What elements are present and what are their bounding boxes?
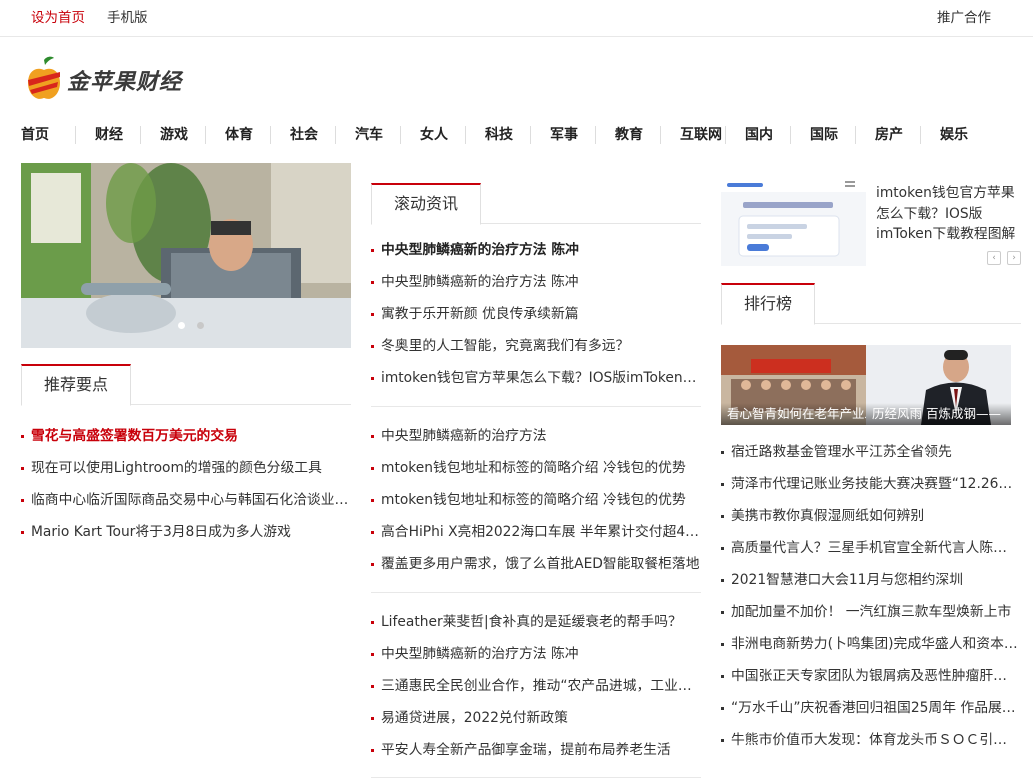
- nav-divider: [465, 126, 466, 144]
- list-item[interactable]: 临商中心临沂国际商品交易中心与韩国石化洽谈业务合作: [21, 484, 351, 516]
- list-item[interactable]: Lifeather莱斐哲|食补真的是延缓衰老的帮手吗？: [371, 606, 701, 638]
- image-slider[interactable]: [21, 163, 351, 348]
- nav-divider: [75, 126, 76, 144]
- nav-auto[interactable]: 汽车: [355, 124, 383, 144]
- list-item[interactable]: 冬奥里的人工智能，究竟离我们有多远？: [371, 330, 701, 362]
- ranking-thumb[interactable]: 历经风雨 百炼成钢——: [866, 345, 1011, 425]
- ranking-list: 宿迁路救基金管理水平江苏全省领先 菏泽市代理记账业务技能大赛决赛暨“12.26”…: [721, 436, 1018, 756]
- nav-divider: [140, 126, 141, 144]
- list-divider: [371, 406, 701, 407]
- nav-divider: [725, 126, 726, 144]
- nav-divider: [855, 126, 856, 144]
- nav-society[interactable]: 社会: [290, 124, 318, 144]
- rolling-news-list-2: 中央型肺鳞癌新的治疗方法 mtoken钱包地址和标签的简略介绍 冷钱包的优势 m…: [371, 420, 701, 580]
- recommend-title[interactable]: 推荐要点: [21, 364, 132, 406]
- recommend-list: 雪花与高盛签署数百万美元的交易 现在可以使用Lightroom的增强的颜色分级工…: [21, 420, 351, 548]
- nav-divider: [660, 126, 661, 144]
- nav-home[interactable]: 首页: [21, 124, 49, 144]
- list-item[interactable]: 中国张正天专家团队为银屑病及恶性肿瘤肝癌患者: [721, 660, 1018, 692]
- nav-divider: [335, 126, 336, 144]
- nav-divider: [400, 126, 401, 144]
- list-item[interactable]: 2021智慧港口大会11月与您相约深圳: [721, 564, 1018, 596]
- apple-logo-icon: [28, 56, 60, 99]
- nav-games[interactable]: 游戏: [160, 124, 188, 144]
- main-nav: 首页 财经 游戏 体育 社会 汽车 女人 科技 军事 教育 互联网 国内 国际 …: [0, 120, 1033, 146]
- list-item[interactable]: mtoken钱包地址和标签的简略介绍 冷钱包的优势: [371, 484, 701, 516]
- list-item[interactable]: 非洲电商新势力(卜鸣集团)完成华盛人和资本战略融资: [721, 628, 1018, 660]
- list-item[interactable]: 牛熊市价值币大发现：体育龙头币ＳＯＣ引领风潮: [721, 724, 1018, 756]
- ranking-thumb[interactable]: 看心智青如何在老年产业发展: [721, 345, 866, 425]
- nav-entertainment[interactable]: 娱乐: [940, 124, 968, 144]
- nav-internet[interactable]: 互联网: [680, 124, 722, 144]
- list-item[interactable]: 中央型肺鳞癌新的治疗方法: [371, 420, 701, 452]
- nav-international[interactable]: 国际: [810, 124, 838, 144]
- list-divider: [371, 777, 701, 778]
- ranking-title[interactable]: 排行榜: [721, 283, 816, 325]
- nav-divider: [205, 126, 206, 144]
- list-item[interactable]: 覆盖更多用户需求，饿了么首批AED智能取餐柜落地: [371, 548, 701, 580]
- logo-text: 金苹果财经: [67, 70, 183, 95]
- arrow-left-icon[interactable]: ‹: [987, 251, 1001, 265]
- side-ad-text[interactable]: imtoken钱包官方苹果怎么下载？IOS版imToken下载教程图解: [876, 183, 1026, 245]
- slider-dot[interactable]: [197, 322, 204, 329]
- nav-divider: [270, 126, 271, 144]
- list-item[interactable]: 寓教于乐开新颜 优良传承续新篇: [371, 298, 701, 330]
- list-item[interactable]: 三通惠民全民创业合作，推动“农产品进城，工业品下乡”: [371, 670, 701, 702]
- list-item[interactable]: 中央型肺鳞癌新的治疗方法 陈冲: [371, 234, 701, 266]
- rolling-news-header: 滚动资讯: [371, 183, 701, 225]
- list-item[interactable]: 高质量代言人？三星手机官宣全新代言人陈坤引热议: [721, 532, 1018, 564]
- nav-military[interactable]: 军事: [550, 124, 578, 144]
- list-item[interactable]: 菏泽市代理记账业务技能大赛决赛暨“12.26”活动: [721, 468, 1018, 500]
- list-item[interactable]: imtoken钱包官方苹果怎么下载？IOS版imToken下载教程图解: [371, 362, 701, 394]
- list-item[interactable]: 现在可以使用Lightroom的增强的颜色分级工具: [21, 452, 351, 484]
- list-item[interactable]: 易通贷进展，2022兑付新政策: [371, 702, 701, 734]
- nav-finance[interactable]: 财经: [95, 124, 123, 144]
- nav-divider: [595, 126, 596, 144]
- ranking-header: 排行榜: [721, 283, 1021, 325]
- mobile-version-link[interactable]: 手机版: [107, 6, 148, 26]
- top-bar: 设为首页 手机版 推广合作: [0, 0, 1033, 37]
- list-item[interactable]: 美携市教你真假湿厕纸如何辨别: [721, 500, 1018, 532]
- nav-tech[interactable]: 科技: [485, 124, 513, 144]
- set-homepage-link[interactable]: 设为首页: [31, 6, 85, 26]
- rolling-news-list-1: 中央型肺鳞癌新的治疗方法 陈冲 中央型肺鳞癌新的治疗方法 陈冲 寓教于乐开新颜 …: [371, 234, 701, 394]
- nav-realestate[interactable]: 房产: [875, 124, 903, 144]
- site-logo[interactable]: 金苹果财经: [22, 56, 192, 102]
- nav-divider: [790, 126, 791, 144]
- list-divider: [371, 592, 701, 593]
- nav-sports[interactable]: 体育: [225, 124, 253, 144]
- list-item[interactable]: 中央型肺鳞癌新的治疗方法 陈冲: [371, 638, 701, 670]
- list-item[interactable]: 雪花与高盛签署数百万美元的交易: [21, 420, 351, 452]
- list-item[interactable]: 加配加量不加价！ 一汽红旗三款车型焕新上市: [721, 596, 1018, 628]
- nav-divider: [920, 126, 921, 144]
- list-item[interactable]: 中央型肺鳞癌新的治疗方法 陈冲: [371, 266, 701, 298]
- list-item[interactable]: “万水千山”庆祝香港回归祖国25周年 作品展开幕: [721, 692, 1018, 724]
- arrow-right-icon[interactable]: ›: [1007, 251, 1021, 265]
- thumb-caption: 看心智青如何在老年产业发展: [721, 403, 866, 425]
- nav-divider: [530, 126, 531, 144]
- slider-dot[interactable]: [178, 322, 185, 329]
- recommend-header: 推荐要点: [21, 364, 351, 406]
- nav-domestic[interactable]: 国内: [745, 124, 773, 144]
- slider-photo: [21, 163, 351, 348]
- side-ad-image[interactable]: [721, 178, 866, 266]
- list-item[interactable]: mtoken钱包地址和标签的简略介绍 冷钱包的优势: [371, 452, 701, 484]
- rolling-news-list-3: Lifeather莱斐哲|食补真的是延缓衰老的帮手吗？ 中央型肺鳞癌新的治疗方法…: [371, 606, 701, 766]
- nav-women[interactable]: 女人: [420, 124, 448, 144]
- list-item[interactable]: 高合HiPhi X亮相2022海口车展 半年累计交付超4000台: [371, 516, 701, 548]
- thumb-caption: 历经风雨 百炼成钢——: [866, 403, 1011, 425]
- list-item[interactable]: 宿迁路救基金管理水平江苏全省领先: [721, 436, 1018, 468]
- rolling-news-title[interactable]: 滚动资讯: [371, 183, 482, 225]
- ad-cooperation-link[interactable]: 推广合作: [937, 6, 991, 26]
- list-item[interactable]: 平安人寿全新产品御享金瑞，提前布局养老生活: [371, 734, 701, 766]
- app-screenshot-thumb: [721, 178, 866, 266]
- nav-education[interactable]: 教育: [615, 124, 643, 144]
- list-item[interactable]: Mario Kart Tour将于3月8日成为多人游戏: [21, 516, 351, 548]
